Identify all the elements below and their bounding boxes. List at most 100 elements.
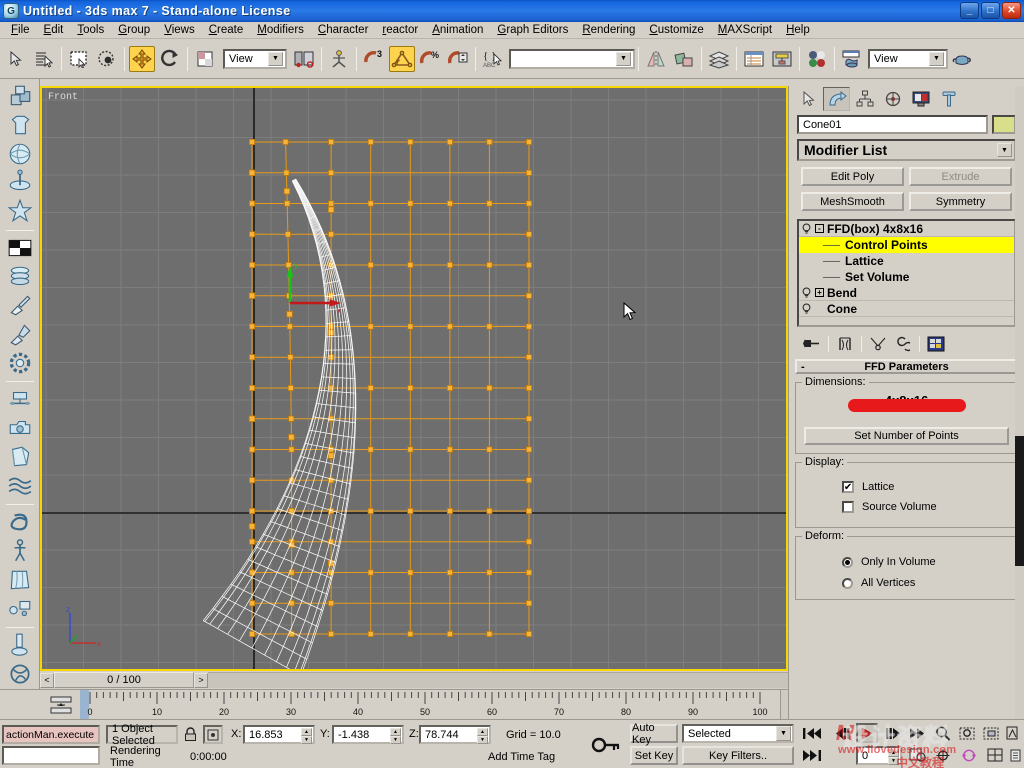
modify-tab[interactable] <box>823 87 850 111</box>
mini-curve-editor-icon[interactable] <box>48 694 74 716</box>
track-bar-ruler[interactable]: 0 10 20 30 40 50 60 70 80 90 100 <box>80 690 780 720</box>
stack-item-lattice[interactable]: ── Lattice <box>799 253 1014 269</box>
play-animation-icon[interactable] <box>856 723 878 743</box>
all-vertices-radio[interactable] <box>842 577 853 589</box>
time-slider-prev-button[interactable]: < <box>40 672 54 688</box>
time-slider-thumb[interactable]: 0 / 100 <box>54 672 194 688</box>
hierarchy-tab[interactable] <box>851 87 878 111</box>
minimize-button[interactable]: _ <box>960 2 979 19</box>
zoom-all-icon[interactable] <box>956 724 978 742</box>
named-selection-sets-icon[interactable]: { } ABC <box>480 45 506 72</box>
menu-item-group[interactable]: Group <box>111 23 157 37</box>
pin-stack-icon[interactable] <box>801 335 823 353</box>
render-type-combo[interactable]: View ▼ <box>868 48 948 69</box>
schematic-view-icon[interactable] <box>769 45 795 72</box>
sphere-primitive-icon[interactable] <box>5 140 35 167</box>
source-volume-checkbox-row[interactable]: Source Volume <box>842 501 1009 513</box>
key-filter-set-combo[interactable]: Selected ▼ <box>682 724 794 743</box>
meshsmooth-button[interactable]: MeshSmooth <box>801 192 904 211</box>
key-mode-step-icon[interactable] <box>906 724 928 742</box>
auto-key-button[interactable]: Auto Key <box>630 722 678 746</box>
menu-item-animation[interactable]: Animation <box>425 23 490 37</box>
torus-knot-icon[interactable] <box>5 509 35 536</box>
set-key-button[interactable]: Set Key <box>630 746 678 765</box>
ffd-parameters-header[interactable]: - FFD Parameters <box>795 359 1018 374</box>
modifier-list-dropdown[interactable]: Modifier List ▼ <box>797 139 1016 161</box>
cloth-garment-icon[interactable] <box>5 112 35 139</box>
menu-item-modifiers[interactable]: Modifiers <box>250 23 311 37</box>
arc-rotate-icon[interactable] <box>958 746 980 764</box>
z-coordinate-field[interactable]: 78.744 ▲ ▼ <box>419 725 491 744</box>
render-scene-icon[interactable] <box>839 45 865 72</box>
curve-editor-icon[interactable] <box>741 45 767 72</box>
only-in-volume-radio-row[interactable]: Only In Volume <box>842 556 1009 568</box>
configure-modifier-sets-icon[interactable] <box>925 335 947 353</box>
close-button[interactable]: ✕ <box>1002 2 1021 19</box>
snap-toggle-3d-icon[interactable]: 3 <box>361 45 387 72</box>
utilities-tab[interactable] <box>935 87 962 111</box>
helix-spring-icon[interactable] <box>5 263 35 290</box>
maxscript-listener-input[interactable]: actionMan.execute <box>2 725 100 744</box>
symmetry-button[interactable]: Symmetry <box>909 192 1012 211</box>
previous-frame-icon[interactable] <box>832 724 854 742</box>
menu-item-tools[interactable]: Tools <box>70 23 111 37</box>
menu-item-rendering[interactable]: Rendering <box>575 23 642 37</box>
motion-tab[interactable] <box>879 87 906 111</box>
make-unique-icon[interactable] <box>867 335 889 353</box>
select-and-move-icon[interactable] <box>129 45 155 72</box>
ik-chain-icon[interactable] <box>5 632 35 659</box>
menu-item-create[interactable]: Create <box>202 23 251 37</box>
mirror-icon[interactable] <box>643 45 669 72</box>
stack-item-set-volume[interactable]: ── Set Volume <box>799 269 1014 285</box>
maximize-button[interactable]: □ <box>981 2 1000 19</box>
current-frame-field[interactable]: 0 ▲ ▼ <box>856 746 902 765</box>
paint-deform-icon[interactable] <box>5 321 35 348</box>
add-time-tag-button[interactable]: Add Time Tag <box>484 747 570 766</box>
chevron-down-icon[interactable]: ▼ <box>776 726 791 741</box>
pan-view-icon[interactable] <box>932 746 954 764</box>
chevron-down-icon[interactable]: ▼ <box>929 51 944 66</box>
light-bulb-icon[interactable] <box>801 223 812 234</box>
constraint-icon[interactable] <box>5 386 35 413</box>
angle-snap-toggle-icon[interactable] <box>389 45 415 72</box>
key-filters-button[interactable]: Key Filters.. <box>682 746 794 765</box>
named-selection-set-combo[interactable]: ▼ <box>509 48 635 69</box>
select-region-circular-icon[interactable] <box>94 45 120 72</box>
menu-item-edit[interactable]: Edit <box>37 23 71 37</box>
camera-icon[interactable] <box>5 415 35 442</box>
viewport-config-icon[interactable] <box>1008 746 1022 764</box>
select-region-rectangular-icon[interactable] <box>66 45 92 72</box>
align-icon[interactable] <box>671 45 697 72</box>
select-object-icon[interactable] <box>3 45 29 72</box>
menu-item-views[interactable]: Views <box>157 23 201 37</box>
box-unwrap-icon[interactable] <box>5 443 35 470</box>
y-spinner[interactable]: ▲ ▼ <box>390 728 401 744</box>
percent-snap-toggle-icon[interactable]: % <box>417 45 443 72</box>
menu-item-maxscript[interactable]: MAXScript <box>711 23 779 37</box>
material-editor-icon[interactable] <box>804 45 830 72</box>
current-frame-spinner[interactable]: ▲ ▼ <box>888 749 899 765</box>
only-in-volume-radio[interactable] <box>842 556 853 568</box>
chevron-down-icon[interactable]: ▼ <box>997 143 1012 157</box>
key-mode-toggle-icon[interactable] <box>588 726 624 764</box>
display-tab[interactable] <box>907 87 934 111</box>
menu-item-graph-editors[interactable]: Graph Editors <box>490 23 575 37</box>
menu-item-help[interactable]: Help <box>779 23 817 37</box>
scrollbar-thumb[interactable] <box>1015 436 1024 566</box>
ripple-wave-icon[interactable] <box>5 472 35 499</box>
show-end-result-icon[interactable] <box>834 335 856 353</box>
quick-render-teapot-icon[interactable] <box>949 45 975 72</box>
lathe-icon[interactable] <box>5 169 35 196</box>
viewport-canvas[interactable]: y x <box>42 88 786 669</box>
particle-emitter-icon[interactable] <box>5 595 35 622</box>
lattice-checkbox-row[interactable]: ✔ Lattice <box>842 481 1009 493</box>
skeleton-bones-icon[interactable] <box>5 538 35 565</box>
field-of-view-icon[interactable] <box>1002 724 1022 742</box>
select-and-link-icon[interactable] <box>326 45 352 72</box>
knife-cut-icon[interactable] <box>5 292 35 319</box>
select-and-rotate-icon[interactable] <box>157 45 183 72</box>
standard-primitives-icon[interactable] <box>5 83 35 110</box>
remove-modifier-icon[interactable] <box>892 335 914 353</box>
y-coordinate-field[interactable]: -1.438 ▲ ▼ <box>332 725 404 744</box>
stack-item-ffd-box-4x8x16[interactable]: - FFD(box) 4x8x16 <box>799 221 1014 237</box>
